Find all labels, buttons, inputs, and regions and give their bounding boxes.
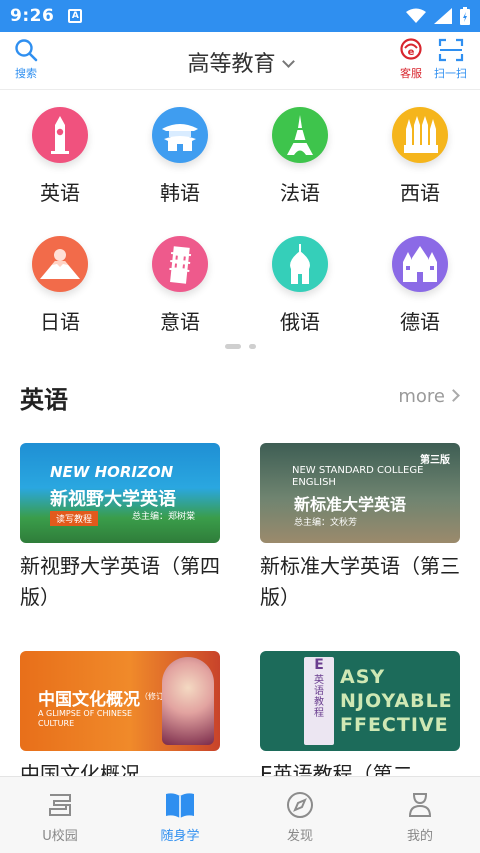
onion-dome-icon [272, 236, 328, 292]
scan-icon [438, 38, 463, 62]
page-dot-active [224, 344, 241, 349]
nav-label: 我的 [406, 829, 433, 844]
top-header: 搜索 高等教育 e 客服 扫一扫 [0, 32, 480, 90]
language-label: 意语 [160, 310, 200, 334]
wifi-icon [406, 8, 426, 23]
compass-icon [287, 792, 313, 818]
cover-letter: E [314, 657, 324, 673]
language-label: 俄语 [280, 310, 320, 334]
language-item-japanese[interactable]: 日语 [0, 236, 120, 335]
big-ben-icon [32, 107, 88, 163]
castle-icon [392, 236, 448, 292]
chevron-down-icon [281, 55, 295, 68]
profile-icon [408, 793, 432, 817]
book-card[interactable]: E 英语教程 ASY NJOYABLE FFECTIVE E英语教程（第二 [260, 651, 460, 790]
nav-profile[interactable]: 我的 [360, 777, 480, 853]
cover-title: 新标准大学英语 [294, 495, 407, 514]
book-cover: E 英语教程 ASY NJOYABLE FFECTIVE [260, 651, 460, 751]
cover-title: 新视野大学英语 [50, 489, 176, 510]
signal-icon [434, 8, 452, 24]
book-title: 新视野大学英语（第四版） [20, 554, 220, 609]
nav-label: 发现 [286, 829, 313, 844]
book-cover: 第三版 NEW STANDARD COLLEGE ENGLISH 新标准大学英语… [260, 443, 460, 543]
book-icon [166, 793, 194, 818]
palace-icon [152, 107, 208, 163]
customer-service-button[interactable]: e 客服 [398, 38, 424, 81]
nav-study[interactable]: 随身学 [120, 777, 240, 853]
book-card[interactable]: NEW HORIZON 新视野大学英语 读写教程 总主编：郑树棠 新视野大学英语… [20, 443, 220, 613]
language-label: 西语 [400, 181, 440, 205]
page-indicator [0, 344, 480, 349]
notification-a-icon: A [68, 9, 83, 23]
scan-label: 扫一扫 [434, 67, 467, 80]
language-item-spanish[interactable]: 西语 [360, 107, 480, 206]
nav-label: U校园 [42, 829, 78, 844]
language-label: 德语 [400, 310, 440, 334]
customer-service-icon: e [400, 38, 422, 60]
more-link[interactable]: more [398, 386, 460, 407]
page-dot [248, 344, 256, 349]
status-time: 9:26 [10, 6, 55, 26]
more-label: more [398, 386, 445, 407]
language-item-french[interactable]: 法语 [240, 107, 360, 206]
cover-editor: 总主编：文秋芳 [294, 518, 358, 528]
language-item-german[interactable]: 德语 [360, 236, 480, 335]
section-title: 英语 [20, 386, 68, 414]
nav-label: 随身学 [160, 829, 200, 844]
sagrada-familia-icon [392, 107, 448, 163]
book-cover: NEW HORIZON 新视野大学英语 读写教程 总主编：郑树棠 [20, 443, 220, 543]
scan-button[interactable]: 扫一扫 [434, 38, 467, 81]
language-item-english[interactable]: 英语 [0, 107, 120, 206]
language-label: 韩语 [160, 181, 200, 205]
service-label: 客服 [400, 67, 422, 80]
cover-book-spine: E 英语教程 [304, 657, 334, 745]
opera-figure-image [162, 657, 214, 745]
cover-tag: 读写教程 [50, 511, 99, 526]
language-label: 日语 [40, 310, 80, 334]
language-label: 英语 [40, 181, 80, 205]
language-label: 法语 [280, 181, 320, 205]
mount-fuji-icon [32, 236, 88, 292]
cover-series: NEW STANDARD COLLEGE ENGLISH [292, 465, 424, 488]
book-card[interactable]: 中国文化概况 （修订版） A GLIMPSE OF CHINESE CULTUR… [20, 651, 220, 790]
book-card[interactable]: 第三版 NEW STANDARD COLLEGE ENGLISH 新标准大学英语… [260, 443, 460, 613]
language-item-russian[interactable]: 俄语 [240, 236, 360, 335]
language-item-korean[interactable]: 韩语 [120, 107, 240, 206]
battery-icon [460, 7, 470, 25]
pisa-tower-icon [152, 236, 208, 292]
status-bar: 9:26 A [0, 0, 480, 32]
svg-text:e: e [408, 47, 415, 58]
bottom-navigation: U校园 随身学 发现 我的 [0, 776, 480, 853]
cover-editor: 总主编：郑树棠 [132, 512, 196, 522]
u-campus-icon [49, 794, 71, 816]
cover-slogan: ASY NJOYABLE FFECTIVE [340, 666, 453, 736]
nav-u-campus[interactable]: U校园 [0, 777, 120, 853]
cover-subtitle: A GLIMPSE OF CHINESE CULTURE [38, 709, 133, 728]
chevron-right-icon [447, 389, 460, 402]
cover-title: 中国文化概况 [38, 690, 140, 710]
book-title: 新标准大学英语（第三版） [260, 554, 460, 609]
page-title: 高等教育 [187, 52, 276, 77]
nav-discover[interactable]: 发现 [240, 777, 360, 853]
book-cover: 中国文化概况 （修订版） A GLIMPSE OF CHINESE CULTUR… [20, 651, 220, 751]
cover-series: NEW HORIZON [50, 463, 174, 481]
eiffel-tower-icon [272, 107, 328, 163]
language-item-italian[interactable]: 意语 [120, 236, 240, 335]
cover-title: 英语教程 [314, 675, 324, 719]
cover-edition: 第三版 [420, 455, 450, 466]
